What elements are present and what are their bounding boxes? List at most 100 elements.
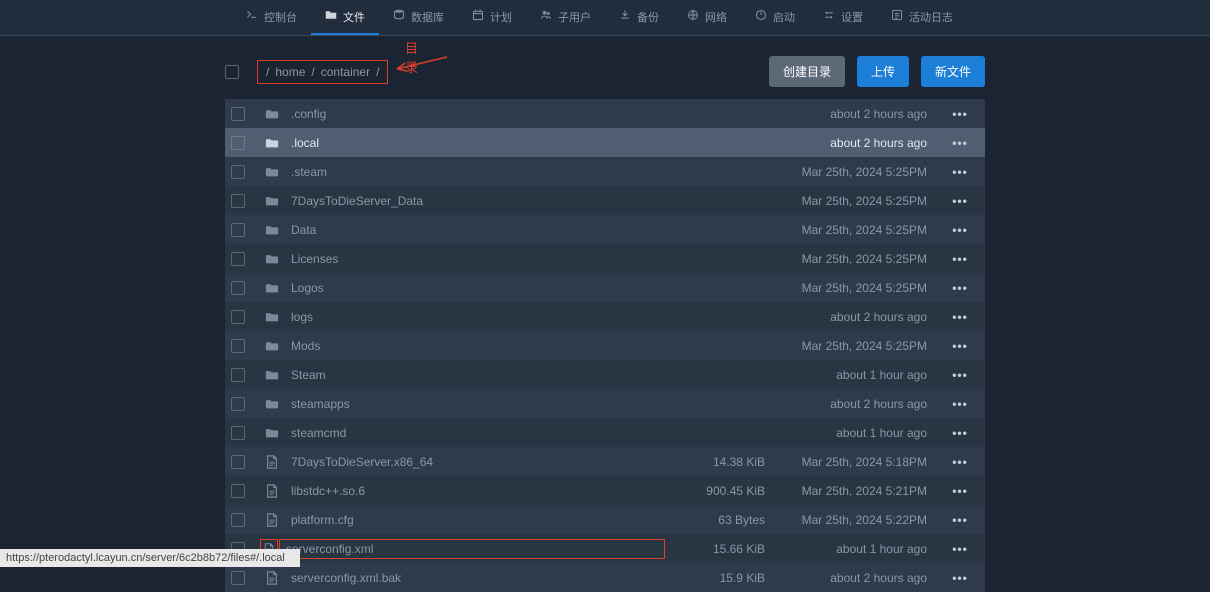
row-actions-button[interactable]: ••• xyxy=(949,542,971,556)
browser-status-bar: https://pterodactyl.lcayun.cn/server/6c2… xyxy=(0,549,300,567)
file-name[interactable]: Data xyxy=(291,223,665,237)
file-name[interactable]: libstdc++.so.6 xyxy=(291,484,665,498)
file-name[interactable]: 7DaysToDieServer.x86_64 xyxy=(291,455,665,469)
folder-row[interactable]: .configabout 2 hours ago••• xyxy=(225,99,985,128)
file-name[interactable]: steamapps xyxy=(291,397,665,411)
file-name[interactable]: .config xyxy=(291,107,665,121)
file-date: Mar 25th, 2024 5:21PM xyxy=(765,484,935,498)
file-name[interactable]: Licenses xyxy=(291,252,665,266)
file-row[interactable]: libstdc++.so.6900.45 KiBMar 25th, 2024 5… xyxy=(225,476,985,505)
file-header-row: 目录 /home/container/ 创建目录 上传 新文件 xyxy=(225,56,985,87)
tab-subusers[interactable]: 子用户 xyxy=(526,0,605,35)
row-checkbox[interactable] xyxy=(231,455,245,469)
row-checkbox[interactable] xyxy=(231,281,245,295)
folder-icon xyxy=(263,223,281,237)
file-name[interactable]: 7DaysToDieServer_Data xyxy=(291,194,665,208)
breadcrumb-wrapper: 目录 /home/container/ xyxy=(257,60,388,84)
file-name[interactable]: steamcmd xyxy=(291,426,665,440)
file-name[interactable]: Steam xyxy=(291,368,665,382)
file-icon xyxy=(263,571,281,585)
database-icon xyxy=(393,9,405,24)
file-name[interactable]: .steam xyxy=(291,165,665,179)
row-actions-button[interactable]: ••• xyxy=(949,194,971,208)
row-actions-button[interactable]: ••• xyxy=(949,368,971,382)
folder-row[interactable]: DataMar 25th, 2024 5:25PM••• xyxy=(225,215,985,244)
row-checkbox[interactable] xyxy=(231,571,245,585)
tab-backup[interactable]: 备份 xyxy=(605,0,673,35)
row-actions-button[interactable]: ••• xyxy=(949,310,971,324)
folder-row[interactable]: steamapps about 2 hours ago ••• xyxy=(225,389,985,418)
row-checkbox[interactable] xyxy=(231,107,245,121)
row-actions-button[interactable]: ••• xyxy=(949,513,971,527)
tab-database[interactable]: 数据库 xyxy=(379,0,458,35)
top-nav: 控制台文件数据库计划子用户备份网络 启动设置活动日志 xyxy=(0,0,1210,36)
tab-label: 启动 xyxy=(773,9,795,25)
row-actions-button[interactable]: ••• xyxy=(949,426,971,440)
folder-row[interactable]: 7DaysToDieServer_DataMar 25th, 2024 5:25… xyxy=(225,186,985,215)
row-actions-button[interactable]: ••• xyxy=(949,339,971,353)
row-actions-button[interactable]: ••• xyxy=(949,252,971,266)
folder-row[interactable]: Mods Mar 25th, 2024 5:25PM ••• xyxy=(225,331,985,360)
file-name[interactable]: .local xyxy=(291,136,665,150)
tab-schedule[interactable]: 计划 xyxy=(458,0,526,35)
row-checkbox[interactable] xyxy=(231,165,245,179)
row-checkbox[interactable] xyxy=(231,484,245,498)
row-actions-button[interactable]: ••• xyxy=(949,223,971,237)
tab-strip: 控制台文件数据库计划子用户备份网络 启动设置活动日志 xyxy=(232,0,967,35)
row-actions-button[interactable]: ••• xyxy=(949,571,971,585)
tab-settings[interactable]: 设置 xyxy=(809,0,877,35)
tab-label: 控制台 xyxy=(264,9,297,25)
file-name[interactable]: platform.cfg xyxy=(291,513,665,527)
breadcrumb-segment[interactable]: home xyxy=(275,65,305,79)
row-actions-button[interactable]: ••• xyxy=(949,397,971,411)
file-name[interactable]: Logos xyxy=(291,281,665,295)
file-row[interactable]: serverconfig.xml.bak15.9 KiBabout 2 hour… xyxy=(225,563,985,592)
folder-row[interactable]: steamcmdabout 1 hour ago••• xyxy=(225,418,985,447)
folder-row[interactable]: logsabout 2 hours ago••• xyxy=(225,302,985,331)
mkdir-button[interactable]: 创建目录 xyxy=(769,56,845,87)
row-checkbox[interactable] xyxy=(231,136,245,150)
row-checkbox[interactable] xyxy=(231,310,245,324)
file-row[interactable]: 7DaysToDieServer.x86_6414.38 KiBMar 25th… xyxy=(225,447,985,476)
folder-row[interactable]: .steamMar 25th, 2024 5:25PM••• xyxy=(225,157,985,186)
tab-activity[interactable]: 活动日志 xyxy=(877,0,967,35)
file-name[interactable]: serverconfig.xml xyxy=(279,539,665,559)
row-actions-button[interactable]: ••• xyxy=(949,281,971,295)
file-date: about 1 hour ago xyxy=(765,368,935,382)
file-name[interactable]: serverconfig.xml.bak xyxy=(291,571,665,585)
tab-network[interactable]: 网络 xyxy=(673,0,741,35)
tab-console[interactable]: 控制台 xyxy=(232,0,311,35)
row-actions-button[interactable]: ••• xyxy=(949,107,971,121)
console-icon xyxy=(246,9,258,24)
file-name[interactable]: logs xyxy=(291,310,665,324)
row-actions-button[interactable]: ••• xyxy=(949,455,971,469)
row-checkbox[interactable] xyxy=(231,426,245,440)
row-actions-button[interactable]: ••• xyxy=(949,484,971,498)
newfile-button[interactable]: 新文件 xyxy=(921,56,985,87)
file-name[interactable]: Mods xyxy=(291,339,665,353)
folder-row[interactable]: LogosMar 25th, 2024 5:25PM••• xyxy=(225,273,985,302)
breadcrumb-separator: / xyxy=(376,65,379,79)
breadcrumb-segment[interactable]: container xyxy=(321,65,370,79)
folder-row[interactable]: LicensesMar 25th, 2024 5:25PM••• xyxy=(225,244,985,273)
select-all-checkbox[interactable] xyxy=(225,65,239,79)
file-date: Mar 25th, 2024 5:25PM xyxy=(765,339,935,353)
file-date: about 2 hours ago xyxy=(765,397,935,411)
row-checkbox[interactable] xyxy=(231,252,245,266)
row-checkbox[interactable] xyxy=(231,223,245,237)
row-actions-button[interactable]: ••• xyxy=(949,165,971,179)
file-row[interactable]: platform.cfg63 BytesMar 25th, 2024 5:22P… xyxy=(225,505,985,534)
row-checkbox[interactable] xyxy=(231,397,245,411)
row-actions-button[interactable]: ••• xyxy=(949,136,971,150)
tab-files[interactable]: 文件 xyxy=(311,0,379,35)
row-checkbox[interactable] xyxy=(231,194,245,208)
row-checkbox[interactable] xyxy=(231,339,245,353)
row-checkbox[interactable] xyxy=(231,513,245,527)
breadcrumb[interactable]: /home/container/ xyxy=(257,60,388,84)
folder-row[interactable]: .localabout 2 hours ago••• xyxy=(225,128,985,157)
file-row[interactable]: serverconfig.xml15.66 KiBabout 1 hour ag… xyxy=(225,534,985,563)
tab-startup[interactable]: 启动 xyxy=(741,0,809,35)
row-checkbox[interactable] xyxy=(231,368,245,382)
upload-button[interactable]: 上传 xyxy=(857,56,909,87)
folder-row[interactable]: Steam about 1 hour ago ••• xyxy=(225,360,985,389)
